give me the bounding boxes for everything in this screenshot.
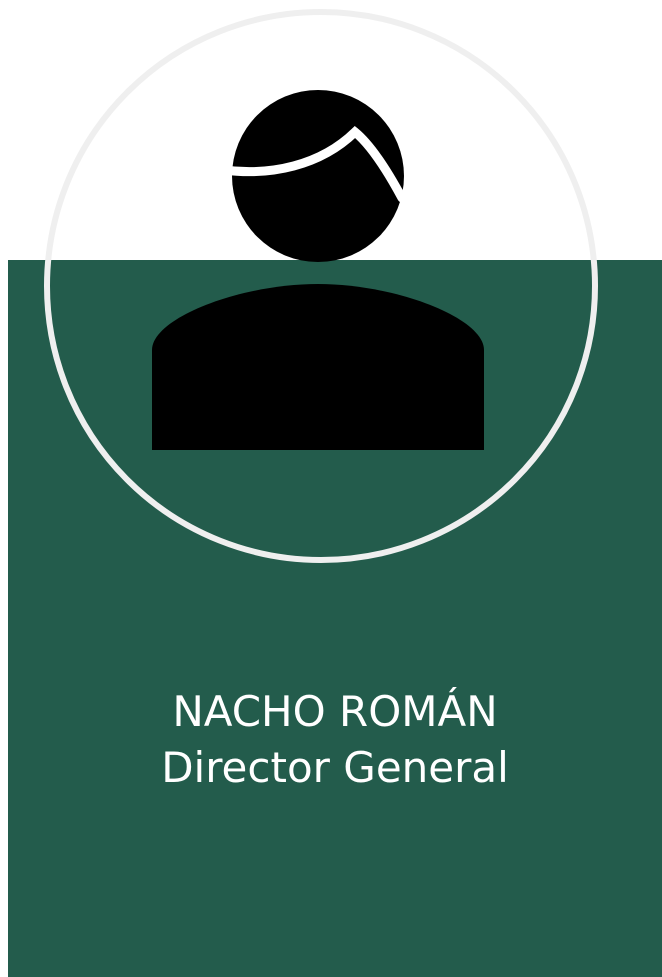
avatar-body-shape bbox=[152, 284, 484, 450]
profile-caption: NACHO ROMÁN Director General bbox=[8, 684, 662, 796]
person-silhouette-icon bbox=[152, 90, 484, 450]
avatar-head-shape bbox=[232, 90, 404, 262]
profile-job-title: Director General bbox=[161, 743, 509, 792]
profile-name: NACHO ROMÁN bbox=[172, 687, 498, 736]
